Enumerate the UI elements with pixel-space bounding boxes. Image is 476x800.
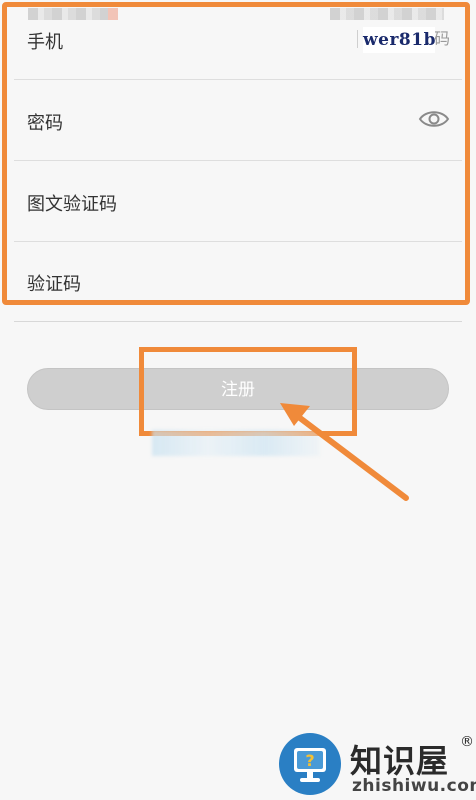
watermark-domain: zhishiwu.com — [352, 776, 476, 796]
watermark: ? 知识屋 ® zhishiwu.com — [278, 732, 476, 800]
watermark-registered-mark: ® — [460, 734, 474, 750]
pointer-arrow — [280, 403, 409, 501]
form-highlight-box — [2, 2, 470, 305]
svg-text:?: ? — [305, 751, 314, 770]
help-monitor-icon: ? — [279, 733, 341, 795]
